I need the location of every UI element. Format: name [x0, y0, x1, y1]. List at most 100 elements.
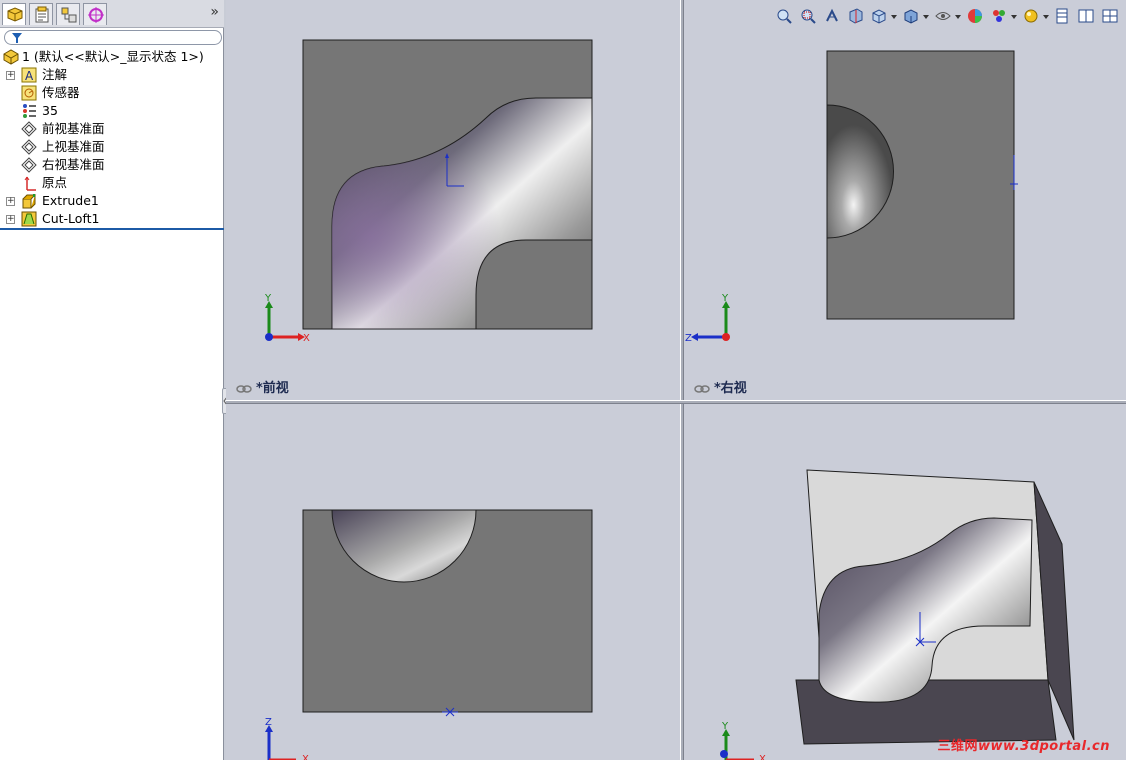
extrude-feature-icon: [22, 194, 37, 209]
expand-panel-arrows[interactable]: »: [210, 4, 219, 20]
tree-item-right-plane[interactable]: 右视基准面: [0, 156, 224, 174]
tab-dimxpert-manager[interactable]: [83, 3, 107, 25]
viewport-label-text: *右视: [714, 381, 747, 396]
filter-icon: [12, 33, 22, 43]
plane-icon: [21, 139, 37, 155]
tree-item-label: 传感器: [42, 85, 80, 100]
triad-y-label: Y: [264, 293, 272, 304]
tree-item-top-plane[interactable]: 上视基准面: [0, 138, 224, 156]
tree-item-material[interactable]: 35: [0, 102, 224, 120]
previous-view-icon: [825, 8, 838, 22]
tree-item-label: 前视基准面: [42, 121, 105, 136]
view-orientation-button[interactable]: [869, 6, 898, 26]
plane-icon: [21, 121, 37, 137]
feature-tree: 1 (默认<<默认>_显示状态 1>) + A 注解 传感器 35 前视基准面 …: [0, 48, 224, 230]
watermark-url: www.3dportal.cn: [978, 739, 1110, 754]
expand-toggle[interactable]: +: [6, 215, 15, 224]
single-view-icon: [1056, 8, 1068, 24]
front-view-model: Y X: [264, 39, 593, 344]
zoom-to-fit-icon: [777, 9, 792, 24]
isometric-view-model: Y X: [720, 469, 1075, 760]
annotations-icon: A: [21, 67, 37, 83]
section-view-icon: [849, 8, 863, 24]
plane-icon: [21, 157, 37, 173]
graphics-area[interactable]: Y X *前视 Y Z *右视 Z X Y X 三维网www.3dportal.…: [226, 0, 1126, 760]
triad-y-label: Y: [721, 721, 729, 732]
coordinate-triad: Y Z: [685, 293, 730, 344]
viewport-front[interactable]: Y X *前视: [226, 0, 680, 400]
viewport-splitter-vertical[interactable]: [680, 0, 684, 760]
dimxpert-icon: [88, 7, 104, 23]
viewport-splitter-horizontal[interactable]: [226, 400, 1126, 404]
apply-scene-icon: [992, 10, 1005, 22]
tree-item-label: Cut-Loft1: [42, 211, 100, 226]
triad-z-label: Z: [265, 717, 272, 728]
tree-item-label: 35: [42, 103, 58, 118]
cut-loft-feature-icon: [21, 211, 37, 227]
single-view-button[interactable]: [1052, 6, 1072, 26]
heads-up-view-toolbar: [774, 6, 1120, 28]
feature-filter-input[interactable]: [4, 30, 222, 45]
edit-appearance-button[interactable]: [965, 6, 985, 26]
view-orientation-icon: [872, 9, 886, 24]
expand-toggle[interactable]: +: [6, 71, 15, 80]
tree-root-part[interactable]: 1 (默认<<默认>_显示状态 1>): [0, 48, 224, 66]
triad-x-label: X: [302, 754, 309, 760]
view-settings-icon: [1024, 9, 1038, 23]
four-view-button[interactable]: [1100, 6, 1120, 26]
link-views-icon: [236, 384, 252, 393]
apply-scene-button[interactable]: [989, 6, 1017, 26]
tree-item-front-plane[interactable]: 前视基准面: [0, 120, 224, 138]
material-icon: [23, 104, 36, 118]
display-style-button[interactable]: [901, 6, 930, 26]
tree-item-label: 右视基准面: [42, 157, 105, 172]
tree-item-extrude1[interactable]: + Extrude1: [0, 192, 224, 210]
triad-y-label: Y: [721, 293, 729, 304]
top-view-model: Z X: [265, 509, 593, 760]
triad-z-label: Z: [685, 333, 692, 344]
tab-property-manager[interactable]: [29, 3, 53, 25]
zoom-to-area-icon: [801, 9, 816, 24]
tree-item-origin[interactable]: 原点: [0, 174, 224, 192]
tree-item-label: 上视基准面: [42, 139, 105, 154]
viewport-isometric[interactable]: Y X: [684, 404, 1126, 760]
tree-root-label: 1 (默认<<默认>_显示状态 1>): [22, 49, 204, 64]
viewport-label-front: *前视: [236, 377, 289, 396]
triad-x-label: X: [303, 333, 310, 344]
right-view-model: Y Z: [685, 50, 1018, 344]
tab-configuration-manager[interactable]: [56, 3, 80, 25]
hide-show-items-icon: [935, 12, 951, 20]
two-view-icon: [1078, 9, 1094, 23]
tree-item-sensors[interactable]: 传感器: [0, 84, 224, 102]
viewport-label-right: *右视: [694, 377, 747, 396]
two-view-button[interactable]: [1076, 6, 1096, 26]
tree-item-cut-loft1[interactable]: + Cut-Loft1: [0, 210, 224, 228]
feature-manager-panel: » 1 (默认<<默认>_显示状态 1>) + A 注解 传感器 35 前视基准…: [0, 0, 224, 760]
watermark: 三维网www.3dportal.cn: [938, 735, 1111, 754]
origin-icon: [24, 176, 36, 191]
display-style-icon: [904, 9, 918, 24]
expand-toggle[interactable]: +: [6, 197, 15, 206]
tree-item-annotations[interactable]: + A 注解: [0, 66, 224, 84]
sensor-icon: [21, 85, 37, 101]
view-settings-button[interactable]: [1021, 6, 1049, 26]
coordinate-triad: Y X: [720, 721, 766, 760]
feature-manager-icon: [7, 7, 23, 22]
tree-item-label: 原点: [42, 175, 68, 190]
previous-view-button[interactable]: [822, 6, 842, 26]
viewport-top[interactable]: Z X: [226, 404, 680, 760]
configuration-manager-icon: [61, 7, 77, 23]
watermark-cn: 三维网: [937, 739, 979, 754]
coordinate-triad: Z X: [265, 717, 309, 760]
zoom-to-fit-button[interactable]: [774, 6, 794, 26]
viewport-right[interactable]: Y Z *右视: [684, 0, 1126, 400]
svg-text:A: A: [25, 69, 34, 83]
tree-item-label: Extrude1: [42, 193, 99, 208]
triad-x-label: X: [759, 754, 766, 760]
link-views-icon: [694, 384, 710, 393]
section-view-button[interactable]: [846, 6, 866, 26]
zoom-to-area-button[interactable]: [798, 6, 818, 26]
viewport-label-text: *前视: [256, 381, 289, 396]
hide-show-items-button[interactable]: [933, 6, 962, 26]
tab-feature-manager[interactable]: [2, 3, 26, 25]
